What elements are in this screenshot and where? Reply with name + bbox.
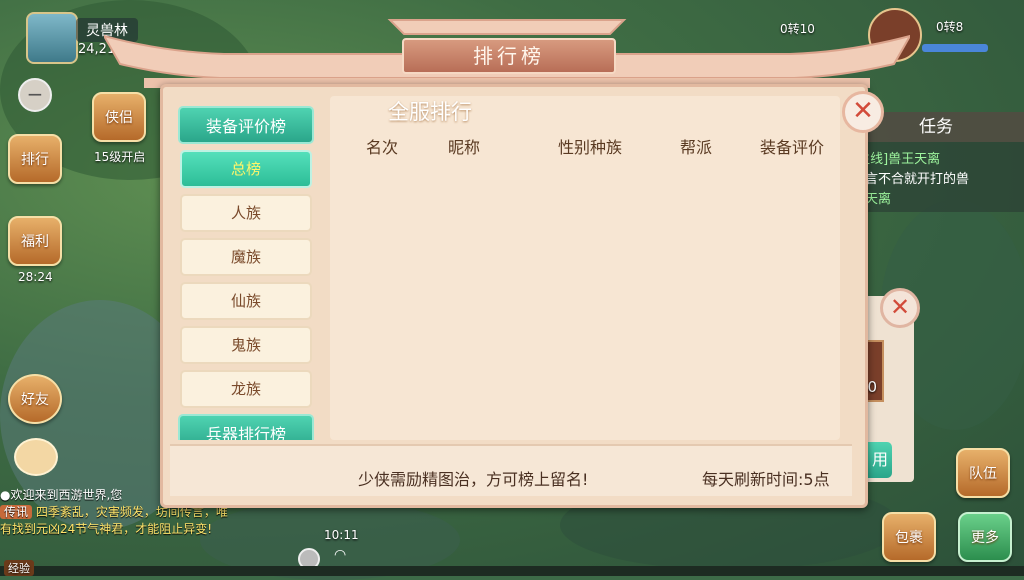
team-label: 队伍	[969, 466, 997, 482]
system-clock: 10:11	[324, 528, 359, 542]
panel-title: 排行榜	[402, 38, 616, 74]
category-list[interactable]: 装备评价榜 总榜 人族 魔族 仙族 鬼族 龙族 兵器排行榜	[170, 96, 322, 440]
sub-tab-dragon[interactable]: 龙族	[180, 370, 312, 408]
companion-button[interactable]: 侠侣	[92, 92, 146, 142]
task-desc-1: 一言不合就开打的兽	[852, 172, 970, 187]
friends-button[interactable]: 好友	[8, 374, 62, 424]
level-hint: 15级开启	[94, 150, 146, 164]
target-level-2: 0转8	[936, 20, 964, 34]
team-button[interactable]: 队伍	[956, 448, 1010, 498]
footer-hint: 少侠需励精图治，方可榜上留名!	[358, 470, 589, 489]
col-rank: 名次	[366, 138, 399, 157]
category-equip-rank[interactable]: 装备评价榜	[178, 106, 314, 144]
more-button[interactable]: 更多	[958, 512, 1012, 562]
category-weapon-rank[interactable]: 兵器排行榜	[178, 414, 314, 440]
use-item-label: 用	[871, 450, 888, 469]
wifi-icon: ◠	[334, 547, 347, 563]
sub-tab-immortal[interactable]: 仙族	[180, 282, 312, 320]
exp-bar	[0, 566, 1024, 576]
col-equip-score: 装备评价	[760, 138, 825, 157]
friends-label: 好友	[21, 392, 49, 408]
more-label: 更多	[971, 530, 999, 546]
chat-bubble-icon[interactable]	[14, 438, 58, 476]
bag-label: 包裹	[895, 530, 923, 546]
close-ranking-button[interactable]: ✕	[842, 91, 884, 133]
chat-line-broadcast-cont: 有找到元凶24节气神君，才能阻止异变!	[0, 522, 213, 536]
target-hp-bar	[922, 44, 988, 52]
sub-tab-ghost[interactable]: 鬼族	[180, 326, 312, 364]
ranking-button[interactable]: 排行	[8, 134, 62, 184]
close-icon: ✕	[889, 293, 911, 321]
exp-label: 经验	[4, 560, 34, 576]
refresh-time: 每天刷新时间:5点	[702, 470, 830, 489]
rank-scope-title: 全服排行	[388, 100, 472, 124]
sub-tab-human[interactable]: 人族	[180, 194, 312, 232]
welfare-label: 福利	[21, 234, 49, 250]
col-gender-race: 性别种族	[558, 138, 623, 157]
minimize-button[interactable]: −	[18, 78, 52, 112]
sub-tab-demon[interactable]: 魔族	[180, 238, 312, 276]
event-timer: 28:24	[18, 270, 53, 284]
player-avatar[interactable]	[26, 12, 78, 64]
close-icon: ✕	[852, 96, 874, 126]
col-guild: 帮派	[680, 138, 713, 157]
sub-tab-overall[interactable]: 总榜	[180, 150, 312, 188]
companion-label: 侠侣	[105, 110, 133, 126]
bag-button[interactable]: 包裹	[882, 512, 936, 562]
chat-tag: 传讯	[0, 505, 33, 519]
close-item-popup-button[interactable]: ✕	[880, 288, 920, 328]
welfare-button[interactable]: 福利	[8, 216, 62, 266]
col-nickname: 昵称	[448, 138, 481, 157]
ranking-label: 排行	[21, 152, 49, 168]
